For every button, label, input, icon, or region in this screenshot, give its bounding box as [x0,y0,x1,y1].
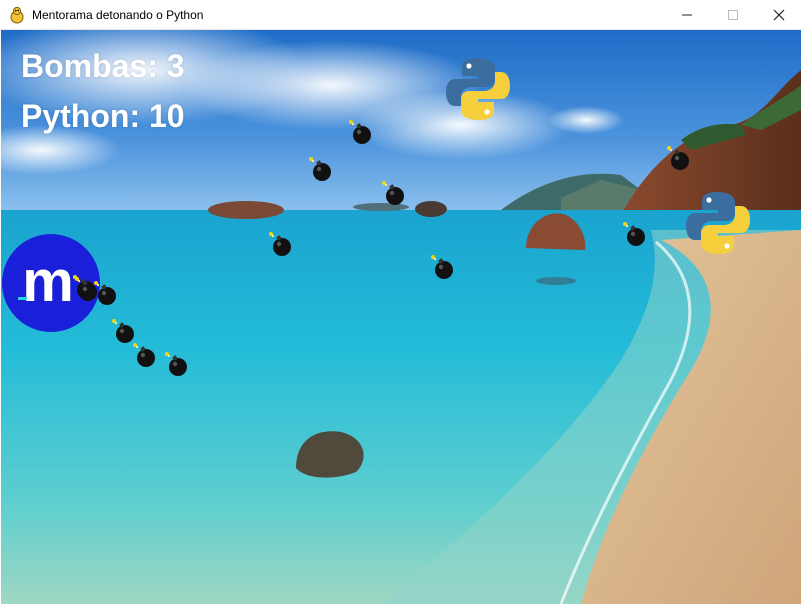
bomb-icon [112,319,134,343]
bomb-icon [269,232,291,256]
pygame-snake-icon [10,6,24,23]
minimize-button[interactable] [664,0,710,30]
bomb-icon [623,222,645,246]
python-logo-icon [446,58,510,120]
bombs-counter: Bombas: 3 [21,48,185,84]
close-button[interactable] [756,0,802,30]
bomb-icon [349,120,371,144]
minimize-icon [682,14,692,16]
window-titlebar: Mentorama detonando o Python [0,0,802,30]
bomb-icon [667,146,689,170]
game-canvas[interactable]: Bombas: 3 Python: 10 m [1,30,801,604]
close-icon [773,9,785,21]
bomb-icon [165,352,187,376]
maximize-icon [728,10,738,20]
python-logo-icon [686,192,750,254]
python-counter: Python: 10 [21,98,185,134]
bomb-icon [75,277,97,301]
bomb-icon [309,157,331,181]
player-logo-letter: m [22,249,74,314]
bomb-icon [431,255,453,279]
maximize-button[interactable] [710,0,756,30]
window-title: Mentorama detonando o Python [32,7,204,22]
bomb-icon [133,343,155,367]
bomb-icon [382,181,404,205]
